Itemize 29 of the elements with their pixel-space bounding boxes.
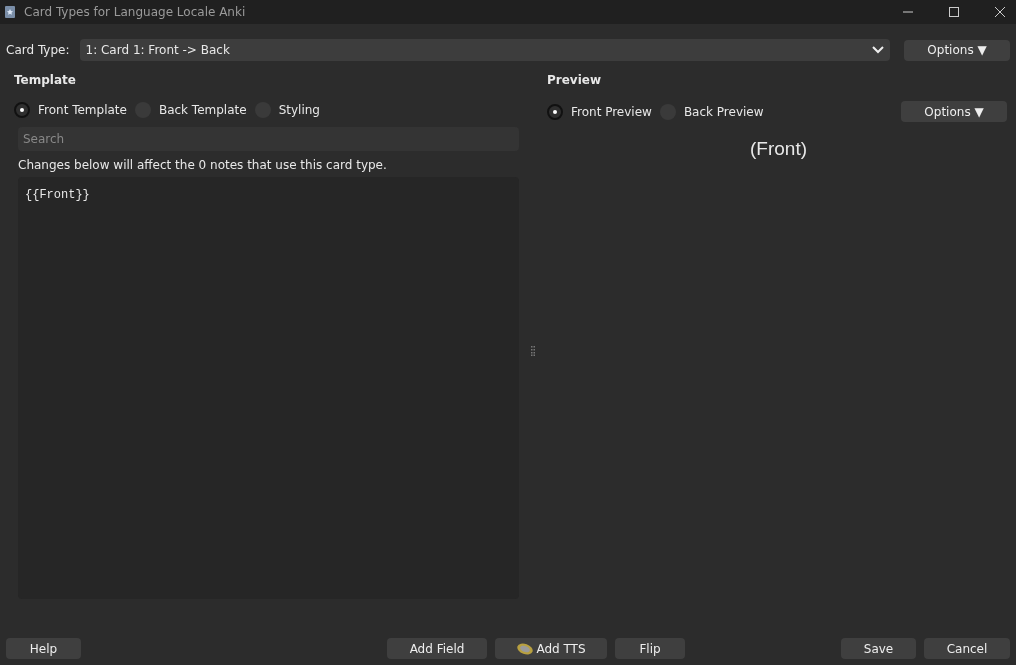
help-button[interactable]: Help <box>6 638 81 659</box>
preview-heading: Preview <box>547 73 602 89</box>
options-button[interactable]: Options ▼ <box>904 39 1010 61</box>
preview-radio[interactable]: Front Preview <box>547 103 652 120</box>
card-type-label: Card Type: <box>6 43 70 57</box>
template-radio[interactable]: Styling <box>254 102 320 118</box>
code-editor[interactable]: {{Front}} <box>18 177 519 599</box>
chevron-down-icon <box>872 46 884 54</box>
template-code: {{Front}} <box>25 188 90 202</box>
notice-text: Changes below will affect the 0 notes that use this card type. <box>18 158 388 172</box>
search-field[interactable]: Search <box>18 127 519 151</box>
app-icon <box>4 5 16 19</box>
speaker-icon <box>516 642 535 655</box>
action-button[interactable]: Add TTS <box>495 638 607 659</box>
splitter-handle-icon[interactable] <box>531 345 535 356</box>
dialog-button[interactable]: Cancel <box>924 638 1010 659</box>
maximize-icon[interactable] <box>948 6 960 18</box>
preview-text: (Front) <box>749 138 808 160</box>
action-button[interactable]: Add Field <box>387 638 487 659</box>
preview-radio[interactable]: Back Preview <box>659 103 764 120</box>
card-type-dropdown[interactable]: 1: Card 1: Front -> Back <box>79 39 890 61</box>
dialog-button[interactable]: Save <box>841 638 916 659</box>
template-heading: Template <box>14 73 77 89</box>
preview-options-button[interactable]: Options ▼ <box>901 101 1007 122</box>
template-radio[interactable]: Back Template <box>134 102 247 118</box>
template-radio[interactable]: Front Template <box>14 102 127 118</box>
action-button[interactable]: Flip <box>615 638 685 659</box>
window-title: Card Types for Language Locale Anki <box>24 5 246 19</box>
close-icon[interactable] <box>994 6 1006 18</box>
